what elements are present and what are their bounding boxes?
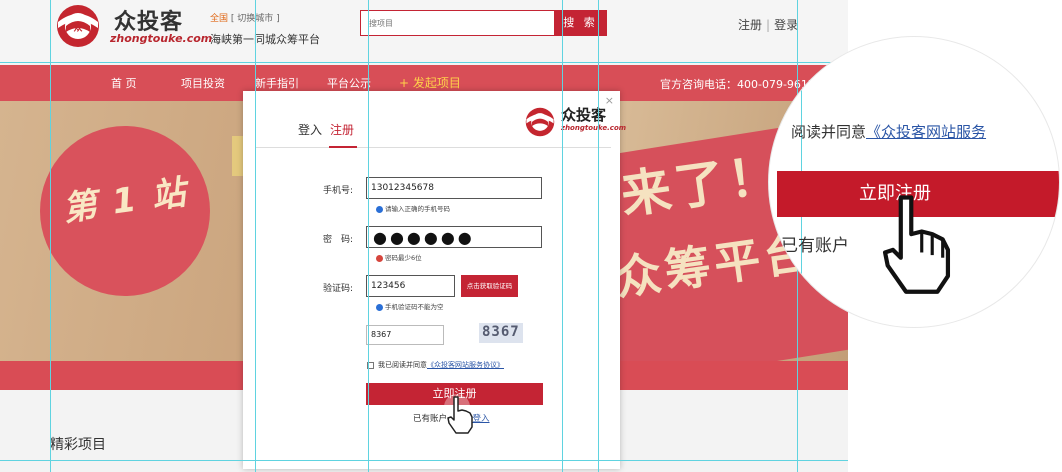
code-label: 验证码:	[322, 284, 353, 294]
guide-line	[255, 0, 256, 472]
zoom-agree-row: 阅读并同意《众投客网站服务	[791, 121, 986, 142]
guide-line	[0, 460, 848, 461]
site-header: 众 众投客 zhongtouke.com 全国 [ 切换城市 ] 海峡第一同城众…	[0, 0, 848, 64]
register-modal: × 登入 注册 众投客 zhongtouke.com 手机号: 13012345…	[243, 91, 626, 469]
agreement-link[interactable]: 《众投客网站服务协议》	[427, 361, 504, 369]
svg-text:众: 众	[73, 22, 83, 34]
agree-text: 我已阅读并同意	[378, 361, 427, 369]
guide-line	[50, 0, 51, 472]
captcha-input[interactable]: 8367	[366, 325, 444, 345]
nav-item-launch-project[interactable]: + 发起项目	[399, 74, 461, 91]
modal-logo-icon	[525, 107, 555, 137]
site-slogan: 海峡第一同城众筹平台	[210, 33, 320, 46]
section-title: 精彩项目	[50, 437, 106, 453]
info-icon	[376, 303, 383, 311]
auth-separator: |	[766, 18, 771, 32]
info-icon	[376, 205, 383, 213]
hand-cursor-icon	[444, 394, 473, 434]
hotline: 官方咨询电话：400-079-9617	[660, 78, 815, 91]
hand-cursor-icon	[882, 195, 951, 294]
tab-login[interactable]: 登入	[298, 121, 322, 138]
password-mask: ●●●●●●	[373, 228, 475, 247]
password-hint-text: 密码最少6位	[385, 254, 422, 262]
zoom-agreement-link: 《众投客网站服务	[866, 123, 987, 141]
zoom-agree-text: 阅读并同意	[791, 123, 867, 141]
guide-line	[562, 0, 563, 472]
captcha-image[interactable]: 8367	[479, 323, 523, 343]
tab-divider	[256, 147, 611, 148]
sms-code-input[interactable]: 123456	[366, 275, 455, 297]
code-hint-text: 手机验证码不能为空	[385, 303, 444, 311]
city-selector[interactable]: 全国 [ 切换城市 ]	[210, 11, 280, 24]
auth-links: 注册 | 登录	[738, 16, 798, 33]
page-canvas: 众 众投客 zhongtouke.com 全国 [ 切换城市 ] 海峡第一同城众…	[0, 0, 848, 472]
code-hint: 手机验证码不能为空	[376, 301, 444, 311]
search-input[interactable]	[360, 10, 555, 36]
guide-line	[0, 62, 848, 63]
nav-item-guide[interactable]: 新手指引	[255, 75, 299, 91]
modal-logo-domain: zhongtouke.com	[561, 124, 627, 132]
logo-icon[interactable]: 众	[50, 2, 106, 50]
guide-line	[598, 0, 599, 472]
zoom-have-account: 已有账户	[781, 236, 849, 256]
tab-register[interactable]: 注册	[330, 121, 354, 138]
login-link[interactable]: 登录	[774, 18, 798, 32]
agreement-row: 我已阅读并同意《众投客网站服务协议》	[367, 360, 504, 370]
nav-item-disclosure[interactable]: 平台公示	[327, 75, 371, 91]
magnifier-callout: 阅读并同意《众投客网站服务 立即注册 已有账户	[768, 36, 1060, 328]
password-input[interactable]: ●●●●●●	[366, 226, 542, 248]
get-code-button[interactable]: 点击获取验证码	[461, 275, 518, 297]
close-icon[interactable]: ×	[605, 94, 614, 107]
captcha-image-text: 8367	[482, 324, 520, 340]
phone-input[interactable]: 13012345678	[366, 177, 542, 199]
nav-item-home[interactable]: 首 页	[111, 75, 137, 91]
logo-domain: zhongtouke.com	[110, 32, 213, 45]
current-city: 全国	[210, 14, 229, 24]
error-icon	[376, 254, 383, 262]
register-link[interactable]: 注册	[738, 18, 762, 32]
phone-hint-text: 请输入正确的手机号码	[385, 205, 450, 213]
phone-label: 手机号:	[322, 186, 353, 196]
nav-item-invest[interactable]: 项目投资	[181, 75, 225, 91]
guide-line	[368, 0, 369, 472]
password-label: 密 码:	[322, 235, 353, 245]
password-hint: 密码最少6位	[376, 252, 422, 262]
phone-hint: 请输入正确的手机号码	[376, 203, 450, 213]
active-tab-indicator	[329, 146, 357, 148]
modal-logo-text: 众投客	[561, 106, 607, 124]
